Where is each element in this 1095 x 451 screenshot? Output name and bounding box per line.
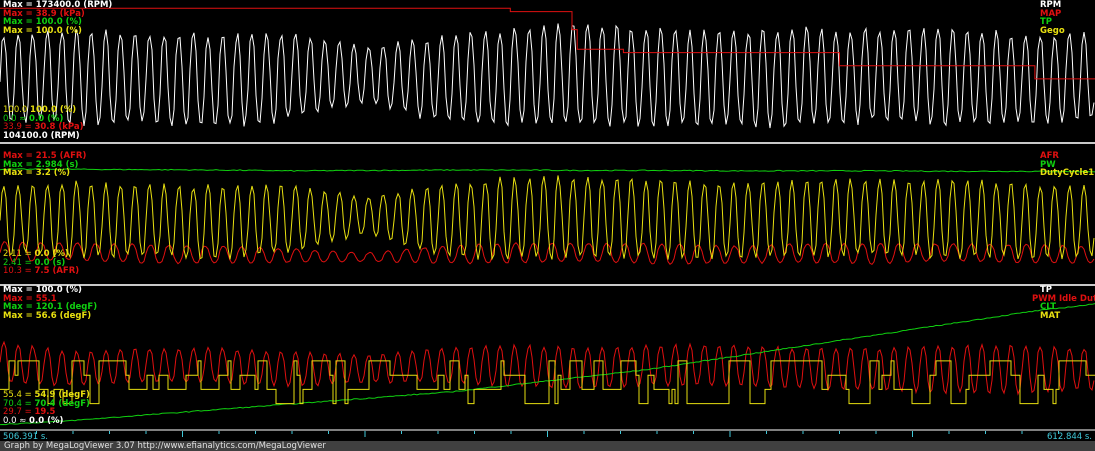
dutycycle-max-label: Max = 3.2 (%)	[3, 168, 71, 179]
tp-min-label: 0.0 ≈ 0.0 (%)	[3, 415, 64, 426]
mat-max-label: Max = 56.6 (degF)	[3, 310, 92, 321]
gego-max-label: Max = 100.0 (%)	[3, 25, 82, 36]
graph-panel-2[interactable]: Max = 21.5 (AFR) Max = 2.984 (s) Max = 3…	[0, 144, 1095, 284]
legend-dutycycle1: DutyCycle1	[1040, 168, 1095, 179]
series-line-dutycycle1	[0, 175, 1095, 261]
afr-min-label: 10.3 = 7.5 (AFR)	[3, 266, 80, 277]
time-ticks	[36, 431, 1059, 437]
graph-panel-3[interactable]: Max = 100.0 (%) Max = 55.1 Max = 120.1 (…	[0, 286, 1095, 429]
time-axis[interactable]: 506.391 s. 612.844 s.	[0, 429, 1095, 442]
panel-2-plot[interactable]	[0, 144, 1095, 284]
panel-3-plot[interactable]	[0, 286, 1095, 429]
legend-mat: MAT	[1040, 310, 1061, 321]
series-line-pw	[0, 168, 1095, 173]
footer-credit: Graph by MegaLogViewer 3.07 http://www.e…	[0, 441, 1095, 451]
panel-1-plot[interactable]	[0, 0, 1095, 142]
rpm-min-label: 104100.0 (RPM)	[3, 130, 80, 141]
legend-gego: Gego	[1040, 25, 1065, 36]
series-line-rpm	[0, 23, 1095, 129]
graph-panel-1[interactable]: Max = 173400.0 (RPM) Max = 38.9 (kPa) Ma…	[0, 0, 1095, 142]
